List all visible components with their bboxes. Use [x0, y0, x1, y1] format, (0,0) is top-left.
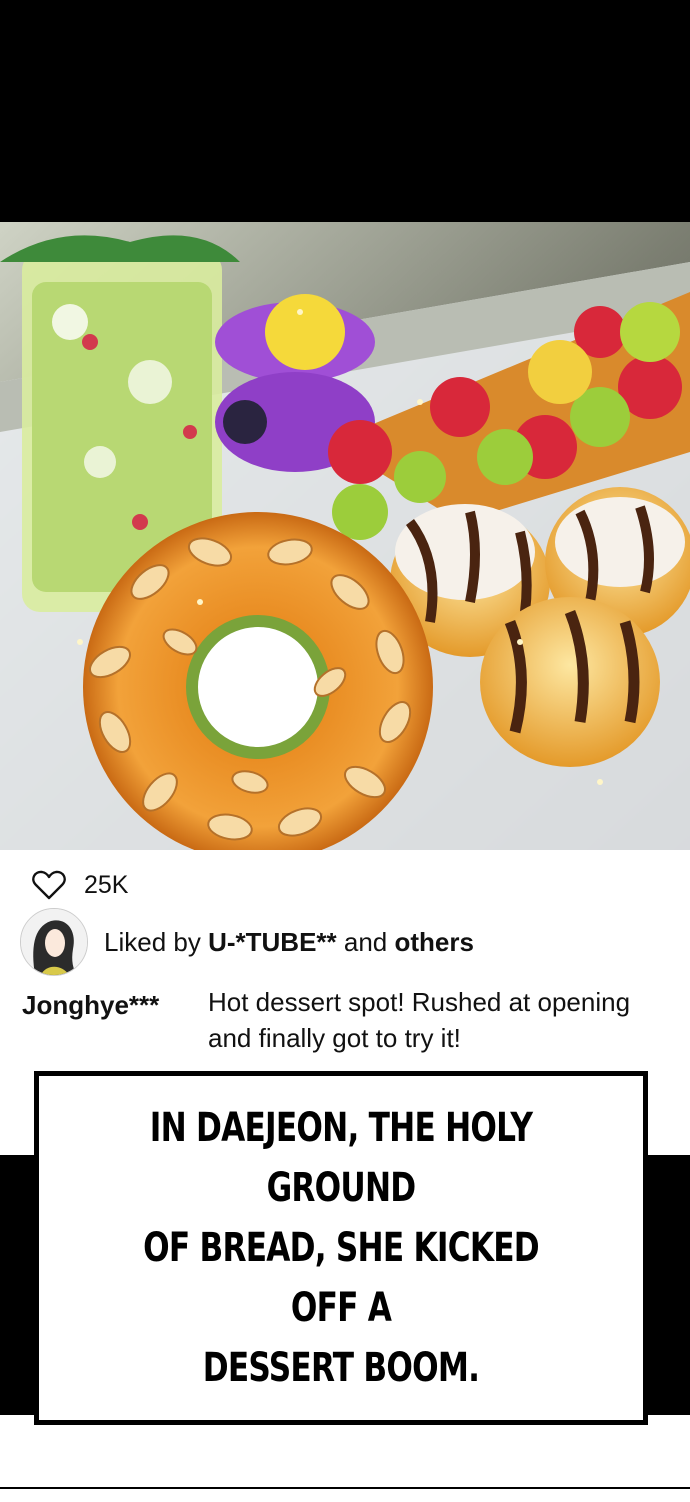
like-count: 25K	[84, 870, 129, 899]
caption-line-1: IN DAEJEON, THE HOLY GROUND	[149, 1105, 533, 1211]
caption-text: IN DAEJEON, THE HOLY GROUND OF BREAD, SH…	[105, 1098, 576, 1398]
dessert-photo	[0, 222, 690, 850]
heart-outline-icon[interactable]	[32, 870, 66, 900]
caption-line-3: DESSERT BOOM.	[202, 1345, 480, 1391]
liked-by-and: and	[336, 926, 395, 957]
liked-by-others[interactable]: others	[394, 927, 473, 957]
liked-by-prefix: Liked by	[104, 926, 209, 957]
caption-line-2: OF BREAD, SHE KICKED OFF A	[143, 1225, 540, 1331]
liked-by-row: Liked by U-*TUBE** and others	[20, 908, 474, 976]
avatar[interactable]	[20, 908, 88, 976]
caption-box: IN DAEJEON, THE HOLY GROUND OF BREAD, SH…	[34, 1071, 648, 1425]
top-black-panel	[0, 0, 690, 222]
comment-text: Hot dessert spot! Rushed at opening and …	[208, 987, 631, 1053]
liked-by-user[interactable]: U-*TUBE**	[208, 927, 337, 957]
comment-username[interactable]: Jonghye***	[22, 990, 159, 1021]
liked-by-text: Liked by U-*TUBE** and others	[104, 927, 474, 958]
white-strip	[0, 1415, 690, 1487]
likes-row: 25K	[32, 870, 128, 900]
